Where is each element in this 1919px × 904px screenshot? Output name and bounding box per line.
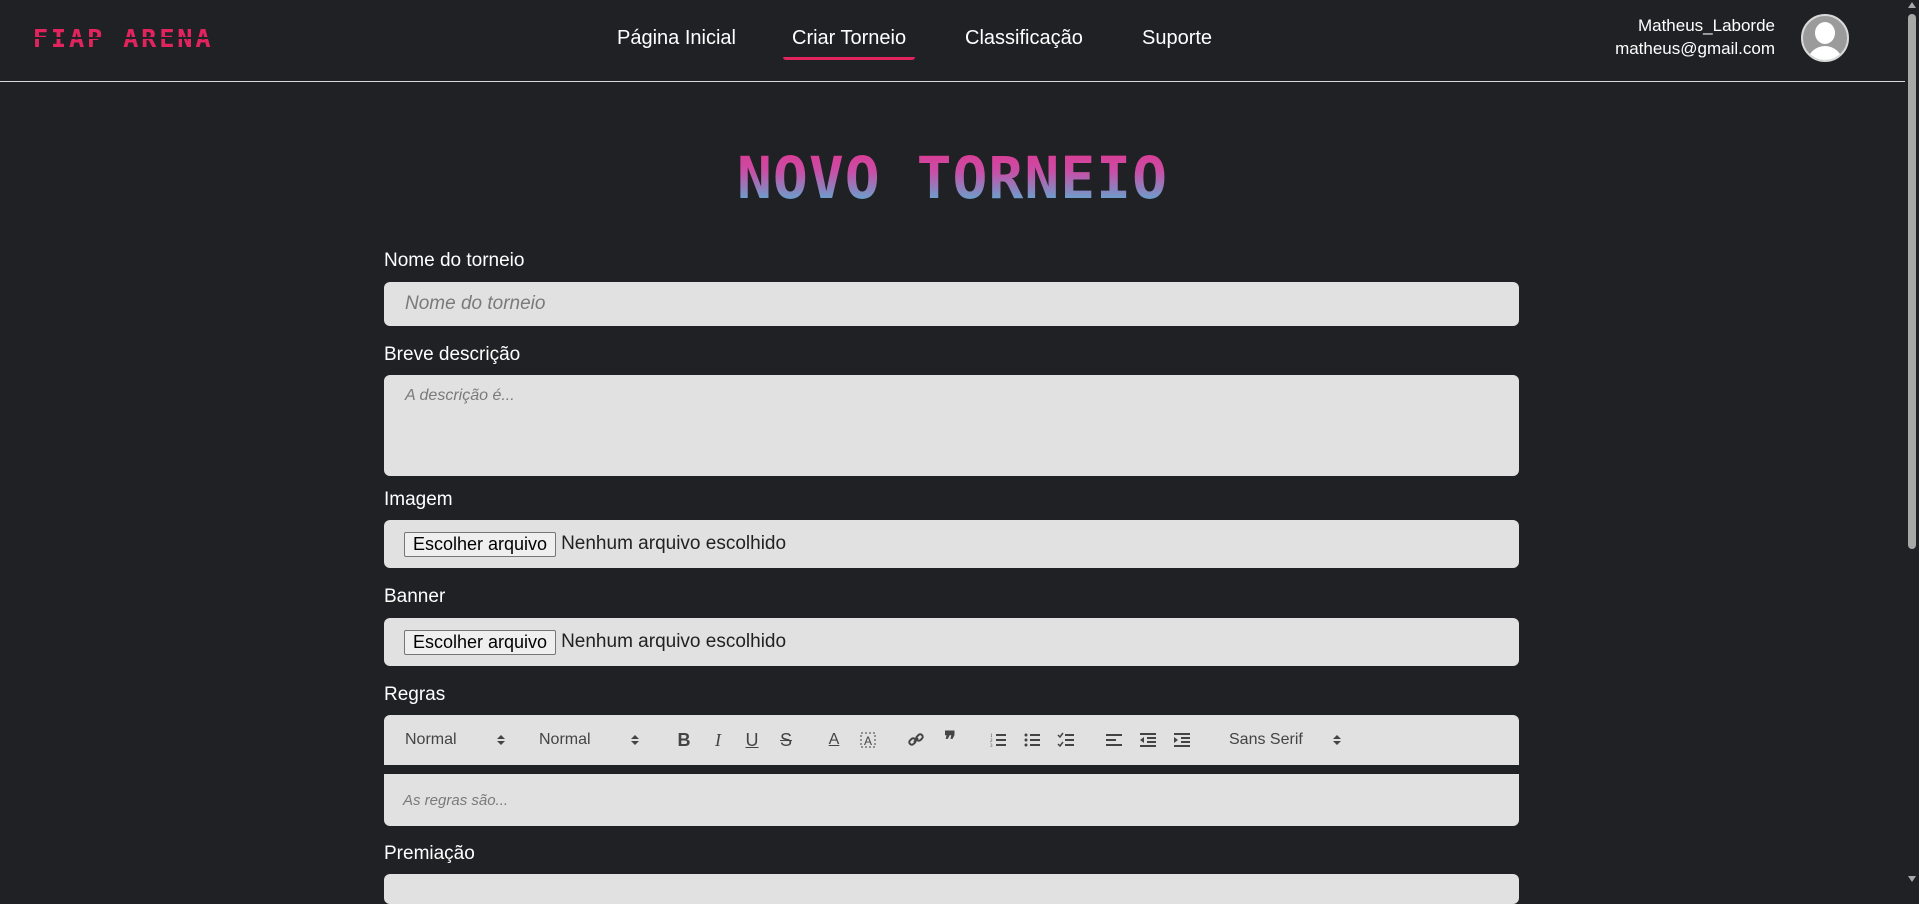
ordered-list-icon[interactable]: 123 (987, 729, 1009, 751)
header-select-value: Normal (405, 731, 457, 748)
user-info[interactable]: Matheus_Laborde matheus@gmail.com (1615, 14, 1775, 60)
svg-text:A: A (864, 734, 872, 748)
background-color-icon[interactable]: A (857, 729, 879, 751)
avatar-body (1807, 46, 1843, 60)
font-select[interactable]: Sans Serif (1229, 731, 1341, 749)
svg-text:3: 3 (990, 744, 993, 749)
blockquote-icon[interactable]: ❞ (939, 727, 961, 752)
nav-create-tournament[interactable]: Criar Torneio (782, 27, 916, 60)
select-arrows-icon (1333, 735, 1341, 745)
banner-label: Banner (384, 586, 446, 607)
nav-ranking[interactable]: Classificação (965, 27, 1083, 50)
bold-icon[interactable]: B (673, 729, 695, 751)
description-textarea[interactable] (384, 375, 1519, 471)
prize-label: Premiação (384, 843, 475, 864)
scroll-thumb[interactable] (1908, 14, 1916, 549)
underline-icon[interactable]: U (741, 729, 763, 751)
indent-icon[interactable] (1171, 729, 1193, 751)
text-color-icon[interactable]: A (823, 729, 845, 751)
rules-editor-toolbar: Normal Normal B I U S A A ❞ 123 Sans Ser… (384, 715, 1519, 765)
image-file-status: Nenhum arquivo escolhido (561, 533, 787, 554)
banner-file-status: Nenhum arquivo escolhido (561, 631, 787, 652)
user-name: Matheus_Laborde (1637, 16, 1775, 35)
page-title: NOVO TORNEIO (0, 144, 1905, 212)
tournament-name-input[interactable] (384, 282, 1519, 326)
description-field-wrapper (384, 375, 1519, 476)
select-arrows-icon (631, 735, 639, 745)
image-file-input: Escolher arquivo Nenhum arquivo escolhid… (384, 520, 1519, 568)
scroll-down-icon[interactable] (1908, 876, 1916, 882)
outdent-icon[interactable] (1137, 729, 1159, 751)
nav-home[interactable]: Página Inicial (617, 27, 736, 50)
rules-editor[interactable]: As regras são... (384, 774, 1519, 826)
bullet-list-icon[interactable] (1021, 729, 1043, 751)
font-select-value: Sans Serif (1229, 731, 1303, 748)
check-list-icon[interactable] (1055, 729, 1077, 751)
banner-choose-file-button[interactable]: Escolher arquivo (404, 629, 557, 655)
nav-support[interactable]: Suporte (1142, 27, 1212, 50)
rules-editor-placeholder: As regras são... (403, 791, 509, 809)
prize-field[interactable] (384, 874, 1519, 904)
page-scrollbar[interactable] (1905, 0, 1919, 885)
italic-icon[interactable]: I (707, 729, 729, 751)
size-select-value: Normal (539, 731, 591, 748)
image-label: Imagem (384, 489, 453, 510)
size-select[interactable]: Normal (539, 731, 639, 749)
select-arrows-icon (497, 735, 505, 745)
avatar-head (1815, 22, 1835, 44)
rules-label: Regras (384, 684, 446, 705)
user-email: matheus@gmail.com (1615, 39, 1775, 58)
name-field-wrapper (384, 282, 1519, 326)
align-icon[interactable] (1103, 729, 1125, 751)
user-avatar-icon[interactable] (1801, 14, 1849, 62)
name-label: Nome do torneio (384, 250, 525, 271)
app-logo[interactable]: FIAP ARENA (33, 24, 214, 53)
scroll-up-icon[interactable] (1908, 2, 1916, 8)
link-icon[interactable] (905, 729, 927, 751)
top-header: FIAP ARENA Página Inicial Criar Torneio … (0, 0, 1905, 82)
image-choose-file-button[interactable]: Escolher arquivo (404, 531, 557, 557)
header-select[interactable]: Normal (405, 731, 505, 749)
banner-file-input: Escolher arquivo Nenhum arquivo escolhid… (384, 618, 1519, 666)
strike-icon[interactable]: S (775, 729, 797, 751)
description-label: Breve descrição (384, 344, 521, 365)
